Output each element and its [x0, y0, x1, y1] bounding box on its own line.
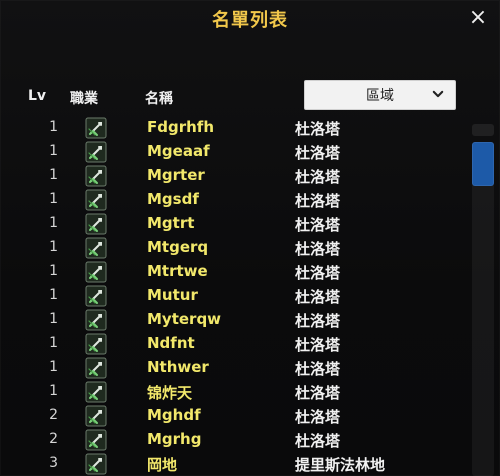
- row-area: 杜洛塔: [295, 384, 341, 402]
- row-level: 1: [49, 263, 58, 279]
- player-list-window: 名單列表 × Lv 職業 名稱 區域 1 Fdgrhfh 杜洛塔 1 Mgeaa…: [0, 0, 500, 476]
- class-icon: [85, 429, 107, 451]
- row-area: 杜洛塔: [295, 192, 341, 210]
- row-level: 2: [49, 407, 58, 423]
- row-name: Mgrhg: [147, 430, 202, 448]
- class-icon: [85, 357, 107, 379]
- list-row[interactable]: 1 Mgtrt 杜洛塔: [0, 213, 500, 236]
- row-name: Myterqw: [147, 310, 222, 328]
- class-icon: [85, 333, 107, 355]
- row-name: 岡地: [147, 456, 178, 474]
- column-header-name[interactable]: 名稱: [145, 88, 173, 108]
- row-area: 杜洛塔: [295, 144, 341, 162]
- list-row[interactable]: 1 Mtgerq 杜洛塔: [0, 237, 500, 260]
- class-icon: [85, 237, 107, 259]
- chevron-down-icon: [432, 90, 444, 98]
- scrollbar-top-cap[interactable]: [472, 124, 494, 136]
- list-row[interactable]: 2 Mghdf 杜洛塔: [0, 405, 500, 428]
- row-area: 杜洛塔: [295, 240, 341, 258]
- window-title: 名單列表: [212, 10, 288, 31]
- class-icon: [85, 213, 107, 235]
- list-row[interactable]: 1 Mgeaaf 杜洛塔: [0, 141, 500, 164]
- row-area: 杜洛塔: [295, 288, 341, 306]
- row-level: 1: [49, 167, 58, 183]
- row-name: Ndfnt: [147, 334, 195, 352]
- row-level: 1: [49, 119, 58, 135]
- row-area: 杜洛塔: [295, 408, 341, 426]
- class-icon: [85, 405, 107, 427]
- row-name: Nthwer: [147, 358, 209, 376]
- class-icon: [85, 261, 107, 283]
- list-row[interactable]: 1 Myterqw 杜洛塔: [0, 309, 500, 332]
- column-header-lv[interactable]: Lv: [28, 88, 46, 104]
- class-icon: [85, 381, 107, 403]
- row-name: 锦炸天: [147, 384, 193, 402]
- class-icon: [85, 453, 107, 475]
- area-filter-dropdown[interactable]: 區域: [304, 80, 456, 110]
- class-icon: [85, 117, 107, 139]
- list-row[interactable]: 1 Mtrtwe 杜洛塔: [0, 261, 500, 284]
- row-name: Fdgrhfh: [147, 118, 215, 136]
- row-level: 2: [49, 431, 58, 447]
- row-level: 3: [49, 455, 58, 471]
- row-area: 杜洛塔: [295, 216, 341, 234]
- class-icon: [85, 285, 107, 307]
- row-name: Mgsdf: [147, 190, 199, 208]
- scrollbar-track[interactable]: [472, 142, 494, 476]
- list-row[interactable]: 3 岡地 提里斯法林地: [0, 453, 500, 476]
- class-icon: [85, 141, 107, 163]
- row-level: 1: [49, 287, 58, 303]
- row-area: 杜洛塔: [295, 168, 341, 186]
- class-icon: [85, 189, 107, 211]
- row-name: Mtrtwe: [147, 262, 208, 280]
- class-icon: [85, 165, 107, 187]
- list-row[interactable]: 1 锦炸天 杜洛塔: [0, 381, 500, 404]
- row-area: 杜洛塔: [295, 432, 341, 450]
- row-name: Mghdf: [147, 406, 201, 424]
- row-name: Mgtrt: [147, 214, 195, 232]
- list-row[interactable]: 1 Mgsdf 杜洛塔: [0, 189, 500, 212]
- list-row[interactable]: 1 Fdgrhfh 杜洛塔: [0, 117, 500, 140]
- row-level: 1: [49, 335, 58, 351]
- row-name: Mgrter: [147, 166, 205, 184]
- row-area: 杜洛塔: [295, 312, 341, 330]
- row-level: 1: [49, 383, 58, 399]
- row-area: 杜洛塔: [295, 336, 341, 354]
- row-area: 杜洛塔: [295, 120, 341, 138]
- row-area: 提里斯法林地: [295, 456, 386, 474]
- row-level: 1: [49, 311, 58, 327]
- class-icon: [85, 309, 107, 331]
- row-level: 1: [49, 359, 58, 375]
- list-row[interactable]: 2 Mgrhg 杜洛塔: [0, 429, 500, 452]
- row-level: 1: [49, 239, 58, 255]
- row-level: 1: [49, 215, 58, 231]
- scrollbar-thumb[interactable]: [472, 142, 494, 186]
- row-name: Mgeaaf: [147, 142, 210, 160]
- row-area: 杜洛塔: [295, 360, 341, 378]
- list-row[interactable]: 1 Mutur 杜洛塔: [0, 285, 500, 308]
- row-name: Mutur: [147, 286, 198, 304]
- row-level: 1: [49, 191, 58, 207]
- row-name: Mtgerq: [147, 238, 209, 256]
- close-icon[interactable]: ×: [466, 6, 490, 30]
- column-header-job[interactable]: 職業: [70, 88, 98, 108]
- player-list: 1 Fdgrhfh 杜洛塔 1 Mgeaaf 杜洛塔 1 Mgrter 杜洛塔 …: [0, 117, 500, 476]
- list-row[interactable]: 1 Nthwer 杜洛塔: [0, 357, 500, 380]
- list-row[interactable]: 1 Ndfnt 杜洛塔: [0, 333, 500, 356]
- list-row[interactable]: 1 Mgrter 杜洛塔: [0, 165, 500, 188]
- area-filter-selected: 區域: [366, 88, 394, 104]
- row-area: 杜洛塔: [295, 264, 341, 282]
- row-level: 1: [49, 143, 58, 159]
